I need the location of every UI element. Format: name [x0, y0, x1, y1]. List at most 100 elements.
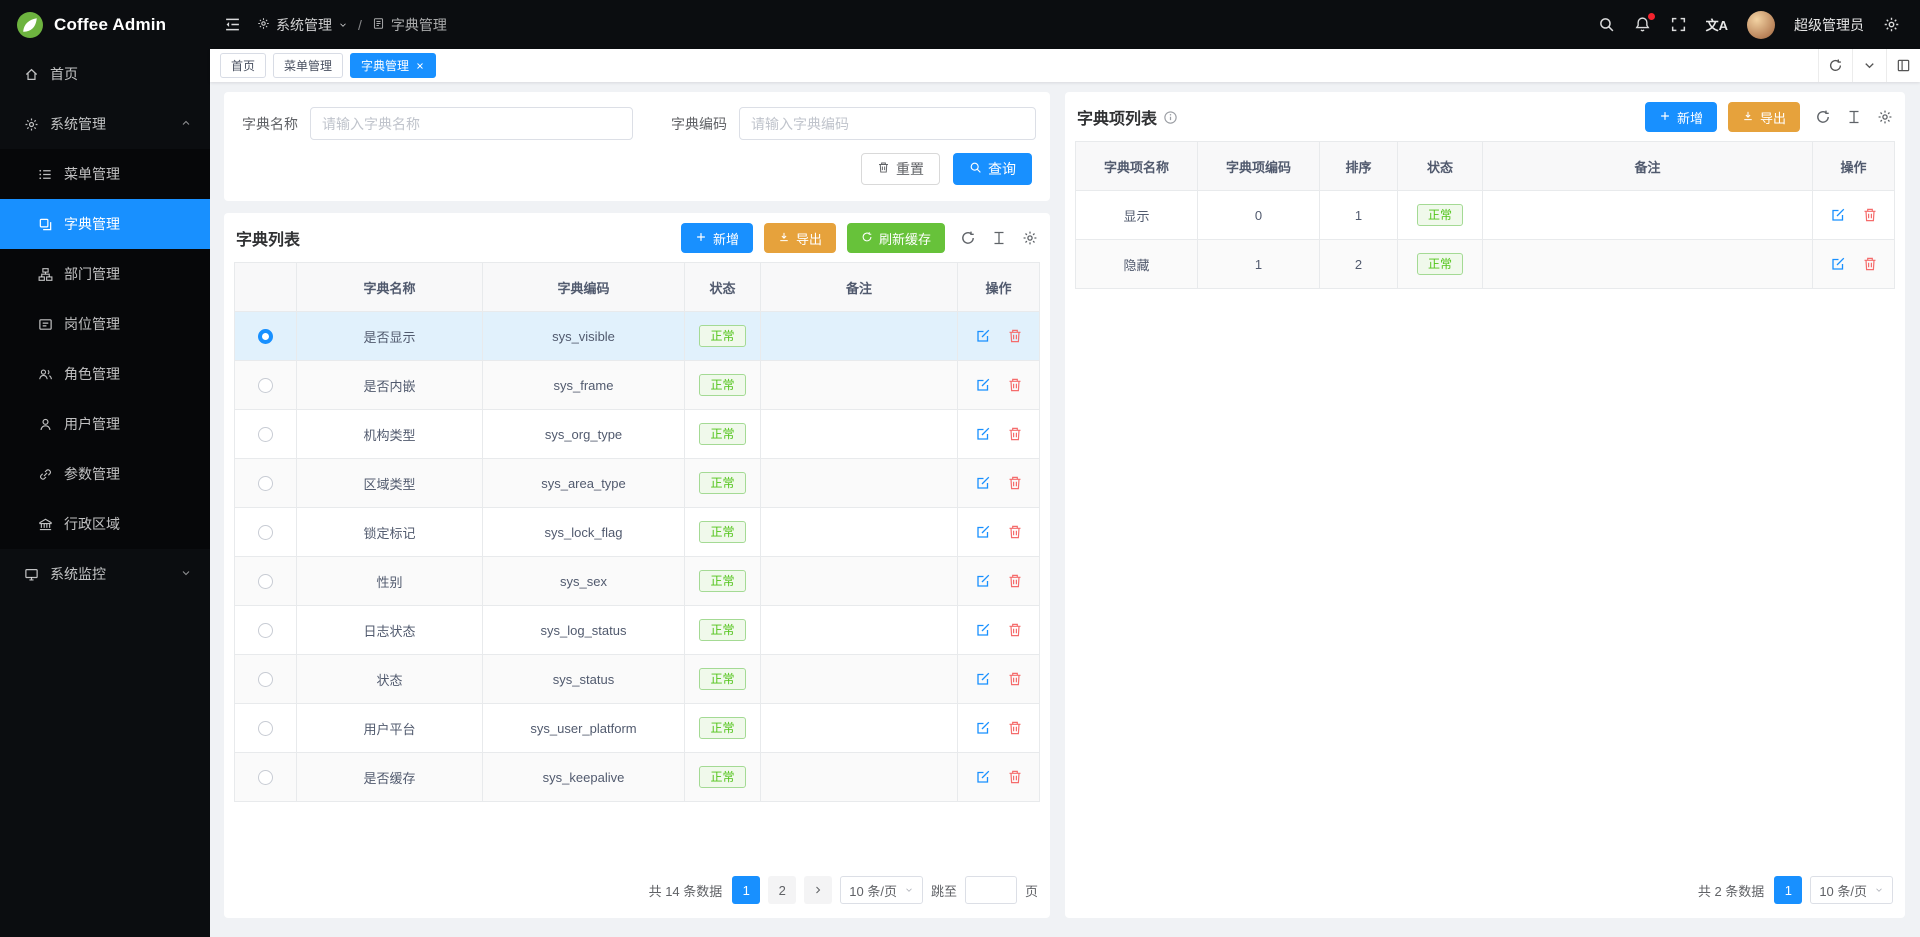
sidebar-item-label: 部门管理 — [64, 264, 120, 284]
layout-icon[interactable] — [1886, 49, 1920, 82]
sidebar-item-role-management[interactable]: 角色管理 — [0, 349, 210, 399]
row-radio[interactable] — [258, 476, 273, 491]
row-radio[interactable] — [258, 427, 273, 442]
page-2-button[interactable]: 2 — [768, 876, 796, 904]
reset-button[interactable]: 重置 — [861, 153, 940, 185]
table-row[interactable]: 日志状态 sys_log_status 正常 — [235, 606, 1040, 655]
sidebar-item-system-monitor[interactable]: 系统监控 — [0, 549, 210, 599]
edit-icon[interactable] — [975, 622, 991, 638]
sidebar-collapse-button[interactable] — [224, 16, 241, 33]
jump-page-input[interactable] — [965, 876, 1017, 904]
next-page-button[interactable] — [804, 876, 832, 904]
row-radio[interactable] — [258, 525, 273, 540]
table-row[interactable]: 机构类型 sys_org_type 正常 — [235, 410, 1040, 459]
refresh-icon[interactable] — [960, 230, 976, 246]
delete-icon[interactable] — [1007, 720, 1023, 736]
table-row[interactable]: 隐藏 1 2 正常 — [1076, 240, 1895, 289]
add-item-button[interactable]: 新增 — [1645, 102, 1717, 132]
row-radio[interactable] — [258, 770, 273, 785]
search-icon[interactable] — [1598, 16, 1615, 33]
delete-icon[interactable] — [1007, 622, 1023, 638]
table-settings-gear-icon[interactable] — [1022, 230, 1038, 246]
delete-icon[interactable] — [1007, 671, 1023, 687]
dict-name-input[interactable] — [310, 107, 633, 140]
edit-icon[interactable] — [975, 524, 991, 540]
row-radio[interactable] — [258, 378, 273, 393]
row-radio[interactable] — [258, 721, 273, 736]
sidebar-item-menu-management[interactable]: 菜单管理 — [0, 149, 210, 199]
sidebar-item-parameter-management[interactable]: 参数管理 — [0, 449, 210, 499]
sidebar-item-admin-region[interactable]: 行政区域 — [0, 499, 210, 549]
refresh-icon[interactable] — [1818, 49, 1852, 82]
dict-code-input[interactable] — [739, 107, 1036, 140]
edit-icon[interactable] — [975, 475, 991, 491]
close-icon[interactable] — [415, 61, 425, 71]
page-1-button[interactable]: 1 — [732, 876, 760, 904]
document-icon — [372, 17, 385, 33]
table-row[interactable]: 锁定标记 sys_lock_flag 正常 — [235, 508, 1040, 557]
fullscreen-icon[interactable] — [1670, 16, 1687, 33]
sidebar-item-system-management[interactable]: 系统管理 — [0, 99, 210, 149]
page-size-select[interactable]: 10 条/页 — [1810, 876, 1893, 904]
delete-icon[interactable] — [1007, 475, 1023, 491]
delete-icon[interactable] — [1007, 524, 1023, 540]
avatar[interactable] — [1747, 11, 1775, 39]
table-settings-gear-icon[interactable] — [1877, 109, 1893, 125]
delete-icon[interactable] — [1007, 377, 1023, 393]
refresh-icon[interactable] — [1815, 109, 1831, 125]
sidebar-item-home[interactable]: 首页 — [0, 49, 210, 99]
sidebar-item-department-management[interactable]: 部门管理 — [0, 249, 210, 299]
column-height-icon[interactable] — [991, 230, 1007, 246]
info-icon[interactable] — [1163, 110, 1178, 125]
username[interactable]: 超级管理员 — [1794, 15, 1864, 35]
breadcrumb-system-management[interactable]: 系统管理 — [257, 15, 348, 35]
delete-icon[interactable] — [1862, 207, 1878, 223]
sidebar-item-dictionary-management[interactable]: 字典管理 — [0, 199, 210, 249]
export-button[interactable]: 导出 — [764, 223, 836, 253]
row-radio[interactable] — [258, 329, 273, 344]
refresh-cache-button[interactable]: 刷新缓存 — [847, 223, 945, 253]
row-radio[interactable] — [258, 623, 273, 638]
table-row[interactable]: 性别 sys_sex 正常 — [235, 557, 1040, 606]
column-header: 字典项编码 — [1198, 142, 1320, 191]
edit-icon[interactable] — [975, 720, 991, 736]
edit-icon[interactable] — [975, 328, 991, 344]
delete-icon[interactable] — [1007, 328, 1023, 344]
delete-icon[interactable] — [1862, 256, 1878, 272]
column-height-icon[interactable] — [1846, 109, 1862, 125]
edit-icon[interactable] — [975, 426, 991, 442]
tab-home[interactable]: 首页 — [220, 53, 266, 78]
edit-icon[interactable] — [975, 573, 991, 589]
tab-menu-management[interactable]: 菜单管理 — [273, 53, 343, 78]
delete-icon[interactable] — [1007, 426, 1023, 442]
table-row[interactable]: 区域类型 sys_area_type 正常 — [235, 459, 1040, 508]
table-row[interactable]: 是否显示 sys_visible 正常 — [235, 312, 1040, 361]
export-items-button[interactable]: 导出 — [1728, 102, 1800, 132]
edit-icon[interactable] — [1830, 256, 1846, 272]
query-button[interactable]: 查询 — [953, 153, 1032, 185]
edit-icon[interactable] — [975, 769, 991, 785]
table-row[interactable]: 状态 sys_status 正常 — [235, 655, 1040, 704]
table-row[interactable]: 是否缓存 sys_keepalive 正常 — [235, 753, 1040, 802]
table-row[interactable]: 用户平台 sys_user_platform 正常 — [235, 704, 1040, 753]
sidebar-item-post-management[interactable]: 岗位管理 — [0, 299, 210, 349]
row-radio[interactable] — [258, 672, 273, 687]
edit-icon[interactable] — [975, 671, 991, 687]
page-size-select[interactable]: 10 条/页 — [840, 876, 923, 904]
chevron-down-icon[interactable] — [1852, 49, 1886, 82]
page-1-button[interactable]: 1 — [1774, 876, 1802, 904]
delete-icon[interactable] — [1007, 769, 1023, 785]
add-button[interactable]: 新增 — [681, 223, 753, 253]
delete-icon[interactable] — [1007, 573, 1023, 589]
sidebar-item-user-management[interactable]: 用户管理 — [0, 399, 210, 449]
edit-icon[interactable] — [1830, 207, 1846, 223]
edit-icon[interactable] — [975, 377, 991, 393]
translate-icon[interactable]: 文A — [1706, 15, 1728, 34]
status-badge: 正常 — [699, 521, 745, 543]
settings-gear-icon[interactable] — [1883, 16, 1900, 33]
tab-dictionary-management[interactable]: 字典管理 — [350, 53, 436, 78]
table-row[interactable]: 是否内嵌 sys_frame 正常 — [235, 361, 1040, 410]
notification-bell-icon[interactable] — [1634, 16, 1651, 33]
row-radio[interactable] — [258, 574, 273, 589]
table-row[interactable]: 显示 0 1 正常 — [1076, 191, 1895, 240]
